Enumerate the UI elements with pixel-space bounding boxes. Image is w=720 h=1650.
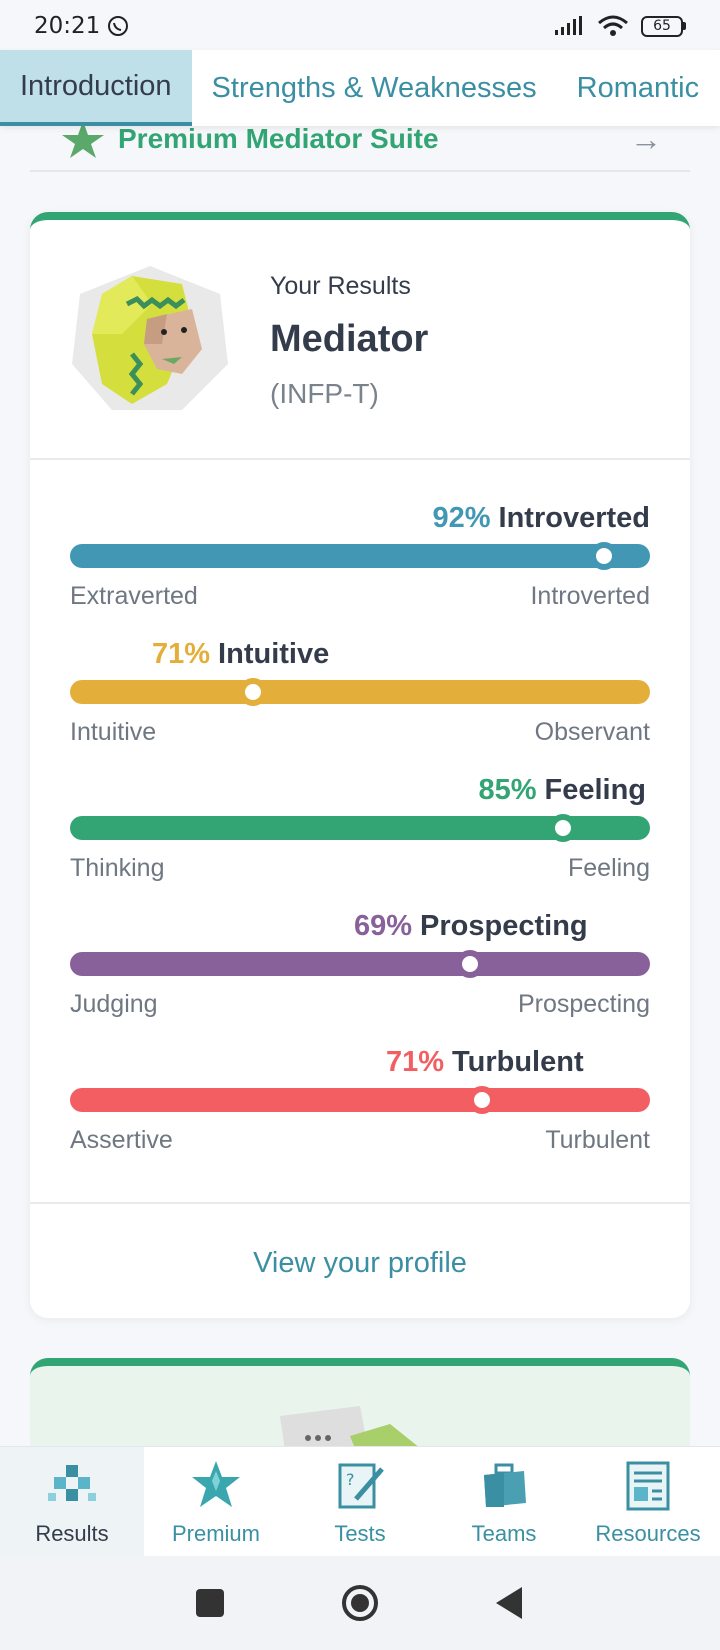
trait-title: 71% Intuitive: [152, 638, 329, 671]
section-tabs: Introduction Strengths & Weaknesses Roma…: [0, 50, 720, 126]
trait-title: 71% Turbulent: [386, 1046, 584, 1079]
your-results-label: Your Results: [270, 272, 411, 300]
trait-pole-left: Intuitive: [70, 718, 157, 746]
trait-knob: [590, 542, 618, 570]
trait-pole-right: Observant: [534, 718, 650, 746]
trait-name: Intuitive: [218, 638, 330, 670]
trait-name: Introverted: [498, 502, 650, 534]
nav-premium[interactable]: Premium: [144, 1447, 288, 1556]
nav-label: Resources: [595, 1521, 701, 1546]
home-button[interactable]: [340, 1583, 380, 1623]
trait-bar: [70, 1088, 650, 1112]
trait-identity: 71% Turbulent Assertive Turbulent: [70, 1046, 650, 1176]
trait-title: 92% Introverted: [432, 502, 650, 535]
trait-knob: [468, 1086, 496, 1114]
nav-teams[interactable]: Teams: [432, 1447, 576, 1556]
trait-pole-right: Introverted: [530, 582, 650, 610]
results-header: Your Results Mediator (INFP-T): [30, 220, 690, 460]
results-card: Your Results Mediator (INFP-T) 92% Introv…: [30, 212, 690, 1318]
trait-tactics: 69% Prospecting Judging Prospecting: [70, 910, 650, 1040]
trait-energy: 92% Introverted Extraverted Introverted: [70, 502, 650, 632]
tab-introduction[interactable]: Introduction: [0, 50, 192, 126]
trait-pole-left: Extraverted: [70, 582, 198, 610]
trait-knob: [239, 678, 267, 706]
trait-title: 85% Feeling: [478, 774, 646, 807]
arrow-right-icon: →: [630, 120, 662, 157]
trait-bar: [70, 544, 650, 568]
trait-knob: [549, 814, 577, 842]
trait-nature: 85% Feeling Thinking Feeling: [70, 774, 650, 904]
trait-percent: 92%: [432, 502, 491, 534]
system-navigation: [0, 1556, 720, 1650]
trait-percent: 71%: [152, 638, 211, 670]
trait-pole-right: Feeling: [568, 854, 650, 882]
trait-pole-left: Assertive: [70, 1126, 173, 1154]
tab-romantic[interactable]: Romantic: [557, 50, 720, 126]
nav-label: Tests: [334, 1521, 386, 1546]
trait-knob: [456, 950, 484, 978]
trait-name: Prospecting: [420, 910, 588, 942]
nav-label: Premium: [171, 1521, 260, 1546]
trait-pole-left: Thinking: [70, 854, 165, 882]
status-bar: 20:21 65: [0, 0, 720, 52]
trait-bar: [70, 680, 650, 704]
nav-label: Results: [35, 1521, 109, 1546]
signal-icon: [555, 16, 582, 35]
nav-resources[interactable]: Resources: [576, 1447, 720, 1556]
tests-icon: ?: [338, 1463, 384, 1509]
teams-briefcase-icon: [484, 1463, 526, 1507]
personality-type-code: (INFP-T): [270, 378, 379, 409]
results-icon: [48, 1465, 96, 1501]
battery-level: 65: [641, 15, 683, 37]
bottom-navigation: Results Premium ? Tests Teams Resources: [0, 1446, 720, 1556]
trait-title: 69% Prospecting: [354, 910, 588, 943]
wifi-icon: [598, 15, 628, 36]
premium-star-icon: [192, 1461, 240, 1507]
trait-bar: [70, 952, 650, 976]
trait-pole-left: Judging: [70, 990, 158, 1018]
nav-tests[interactable]: ? Tests: [288, 1447, 432, 1556]
trait-pole-right: Turbulent: [545, 1126, 650, 1154]
tab-strengths-weaknesses[interactable]: Strengths & Weaknesses: [192, 50, 557, 126]
nav-label: Teams: [471, 1521, 537, 1546]
trait-mind: 71% Intuitive Intuitive Observant: [70, 638, 650, 768]
trait-pole-right: Prospecting: [517, 990, 650, 1018]
trait-scales: 92% Introverted Extraverted Introverted 7…: [30, 460, 690, 1204]
trait-percent: 69%: [354, 910, 413, 942]
status-time: 20:21: [34, 13, 101, 39]
personality-type-name: Mediator: [270, 318, 429, 360]
premium-suite-label: Premium Mediator Suite: [118, 123, 439, 154]
battery-icon: 65: [641, 15, 686, 37]
nav-results[interactable]: Results: [0, 1447, 144, 1556]
trait-name: Feeling: [544, 774, 646, 806]
view-profile-link[interactable]: View your profile: [30, 1204, 690, 1318]
mediator-avatar: [72, 266, 228, 410]
viber-icon: [108, 16, 129, 36]
svg-text:?: ?: [346, 1470, 355, 1489]
back-button[interactable]: [490, 1583, 530, 1623]
trait-name: Turbulent: [452, 1046, 584, 1078]
resources-icon: [626, 1461, 670, 1511]
trait-percent: 85%: [478, 774, 537, 806]
trait-percent: 71%: [386, 1046, 445, 1078]
recents-button[interactable]: [190, 1583, 230, 1623]
